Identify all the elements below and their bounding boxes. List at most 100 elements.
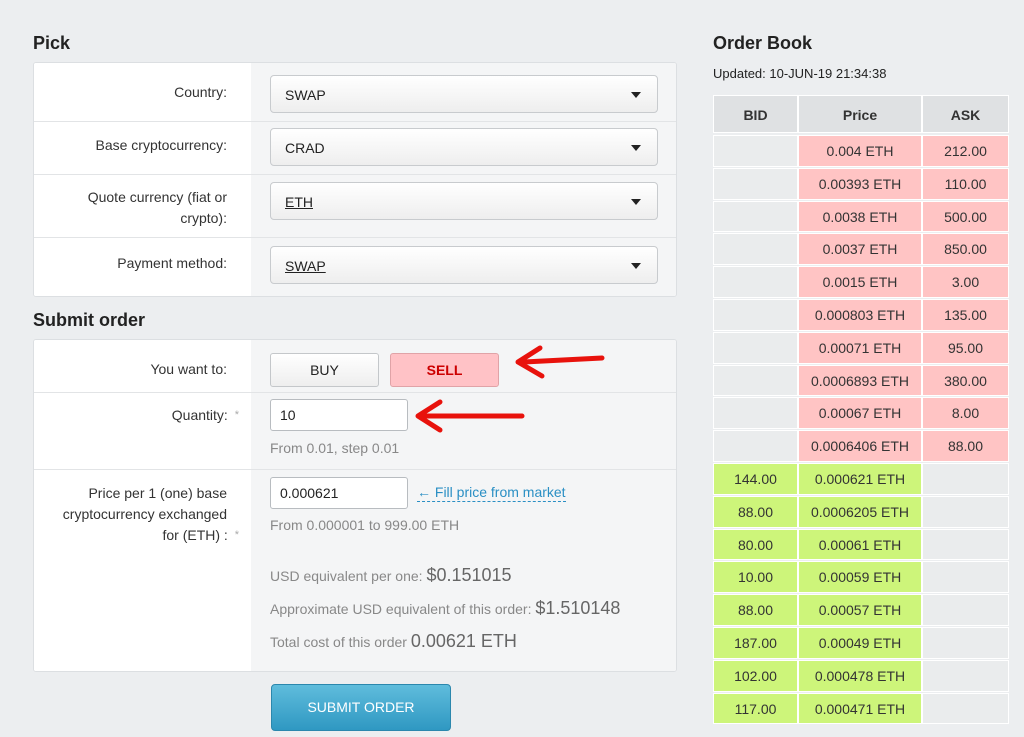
order-book-bid-price-cell[interactable]: 0.00057 ETH — [798, 594, 922, 626]
order-book-bid-price-cell[interactable]: 0.00061 ETH — [798, 528, 922, 561]
base-label: Base cryptocurrency: — [95, 137, 228, 153]
order-book-bid-bid-cell: 88.00 — [713, 594, 798, 626]
order-book-ask-bid-cell — [713, 266, 798, 298]
price-input[interactable]: 0.000621 — [270, 477, 408, 509]
price-row: Price per 1 (one) base cryptocurrency ex… — [34, 469, 676, 671]
buy-button[interactable]: BUY — [270, 353, 379, 387]
order-book-ask-bid-cell — [713, 397, 798, 430]
annotation-arrow-sell-icon — [515, 345, 605, 379]
order-book-ask-price-cell[interactable]: 0.0006893 ETH — [798, 364, 922, 397]
header-price: Price — [798, 95, 922, 133]
order-book-ask-ask-cell: 88.00 — [922, 430, 1009, 462]
order-book-ask-price-cell[interactable]: 0.0038 ETH — [798, 200, 922, 233]
quote-label: Quote currency (fiat or crypto): — [34, 187, 227, 229]
order-book-bid-bid-cell: 88.00 — [713, 495, 798, 528]
quantity-label: Quantity: * — [34, 405, 239, 426]
order-book-ask-bid-cell — [713, 364, 798, 397]
quantity-input[interactable]: 10 — [270, 399, 408, 431]
order-book-ask-bid-cell — [713, 167, 798, 200]
order-book-ask-price-cell[interactable]: 0.0015 ETH — [798, 266, 922, 298]
order-book-ask-bid-cell — [713, 299, 798, 331]
order-book-ask-ask-cell: 380.00 — [922, 364, 1009, 397]
submit-order-heading: Submit order — [33, 310, 146, 330]
order-book-ask-price-cell[interactable]: 0.004 ETH — [798, 135, 922, 167]
order-book-ask-bid-cell — [713, 200, 798, 233]
order-book-bid-price-cell[interactable]: 0.00059 ETH — [798, 561, 922, 594]
order-panel: You want to: BUY SELL Quantity: * 10 Fro… — [33, 339, 677, 672]
quote-row: Quote currency (fiat or crypto): ETH — [34, 174, 676, 238]
price-hint: From 0.000001 to 999.00 ETH — [270, 517, 460, 533]
order-book-bid-ask-cell — [922, 627, 1009, 659]
order-book-ask-price-cell[interactable]: 0.0006406 ETH — [798, 430, 922, 462]
order-book-bid-price-cell[interactable]: 0.000471 ETH — [798, 692, 922, 725]
usd-total-value: $1.510148 — [535, 598, 621, 618]
base-select-value: CRAD — [285, 140, 325, 156]
quantity-label-text: Quantity: — [171, 407, 228, 423]
total-cost: Total cost of this order 0.00621 ETH — [270, 631, 517, 652]
quote-label-line2: crypto): — [180, 210, 227, 226]
country-select-value: SWAP — [285, 87, 326, 103]
country-row: Country: SWAP — [34, 63, 676, 122]
sell-button[interactable]: SELL — [390, 353, 499, 387]
order-book-ask-ask-cell: 212.00 — [922, 135, 1009, 167]
price-label-line3-wrap: for (ETH) : * — [34, 525, 239, 546]
order-book-ask-bid-cell — [713, 135, 798, 167]
total-cost-label: Total cost of this order — [270, 634, 407, 650]
order-book-ask-price-cell[interactable]: 0.00067 ETH — [798, 397, 922, 430]
required-mark: * — [234, 529, 239, 541]
order-book-ask-ask-cell: 500.00 — [922, 200, 1009, 233]
chevron-down-icon — [631, 263, 641, 269]
order-book-bid-ask-cell — [922, 561, 1009, 594]
order-book-bid-price-cell[interactable]: 0.0006205 ETH — [798, 495, 922, 528]
order-book-bid-ask-cell — [922, 659, 1009, 692]
usd-per-one-label: USD equivalent per one: — [270, 568, 423, 584]
order-book-bid-ask-cell — [922, 528, 1009, 561]
fill-price-link[interactable]: ← Fill price from market — [417, 484, 566, 502]
price-label-line3: for (ETH) : — [162, 527, 228, 543]
pick-heading: Pick — [33, 33, 71, 53]
usd-total-label: Approximate USD equivalent of this order… — [270, 601, 532, 617]
order-book-bid-price-cell[interactable]: 0.000621 ETH — [798, 463, 922, 495]
chevron-down-icon — [631, 92, 641, 98]
country-label: Country: — [174, 84, 227, 100]
country-select[interactable]: SWAP — [270, 75, 658, 113]
base-row: Base cryptocurrency: CRAD — [34, 121, 676, 175]
payment-label: Payment method: — [117, 255, 227, 271]
payment-row: Payment method: SWAP — [34, 237, 676, 296]
annotation-arrow-quantity-icon — [415, 399, 525, 433]
order-book-bid-bid-cell: 144.00 — [713, 463, 798, 495]
pick-panel: Country: SWAP Base cryptocurrency: CRAD … — [33, 62, 677, 297]
order-book-ask-ask-cell: 110.00 — [922, 167, 1009, 200]
order-book-bid-price-cell[interactable]: 0.00049 ETH — [798, 627, 922, 659]
order-book-ask-bid-cell — [713, 331, 798, 364]
order-book-ask-ask-cell: 135.00 — [922, 299, 1009, 331]
order-book-bid-ask-cell — [922, 692, 1009, 725]
order-book-bid-ask-cell — [922, 495, 1009, 528]
order-book-heading: Order Book — [713, 33, 813, 53]
base-select[interactable]: CRAD — [270, 128, 658, 166]
order-book-bid-price-cell[interactable]: 0.000478 ETH — [798, 659, 922, 692]
order-book-bid-ask-cell — [922, 594, 1009, 626]
order-book-ask-ask-cell: 3.00 — [922, 266, 1009, 298]
submit-order-button[interactable]: SUBMIT ORDER — [271, 684, 451, 731]
header-bid: BID — [713, 95, 798, 133]
quantity-row: Quantity: * 10 From 0.01, step 0.01 — [34, 392, 676, 470]
order-book-bid-bid-cell: 187.00 — [713, 627, 798, 659]
order-book-bid-bid-cell: 10.00 — [713, 561, 798, 594]
order-book-bid-bid-cell: 102.00 — [713, 659, 798, 692]
order-book-ask-ask-cell: 850.00 — [922, 233, 1009, 266]
order-book-ask-price-cell[interactable]: 0.0037 ETH — [798, 233, 922, 266]
order-book-ask-price-cell[interactable]: 0.000803 ETH — [798, 299, 922, 331]
order-book-ask-price-cell[interactable]: 0.00071 ETH — [798, 331, 922, 364]
quantity-hint: From 0.01, step 0.01 — [270, 440, 400, 456]
order-book-ask-price-cell[interactable]: 0.00393 ETH — [798, 167, 922, 200]
usd-per-one-value: $0.151015 — [426, 565, 512, 585]
payment-select[interactable]: SWAP — [270, 246, 658, 284]
order-book-bid-bid-cell: 80.00 — [713, 528, 798, 561]
price-label-line1: Price per 1 (one) base — [88, 485, 227, 501]
price-label-line2: cryptocurrency exchanged — [62, 506, 227, 522]
quote-select[interactable]: ETH — [270, 182, 658, 220]
chevron-down-icon — [631, 145, 641, 151]
usd-total: Approximate USD equivalent of this order… — [270, 598, 620, 619]
want-label: You want to: — [150, 361, 227, 377]
